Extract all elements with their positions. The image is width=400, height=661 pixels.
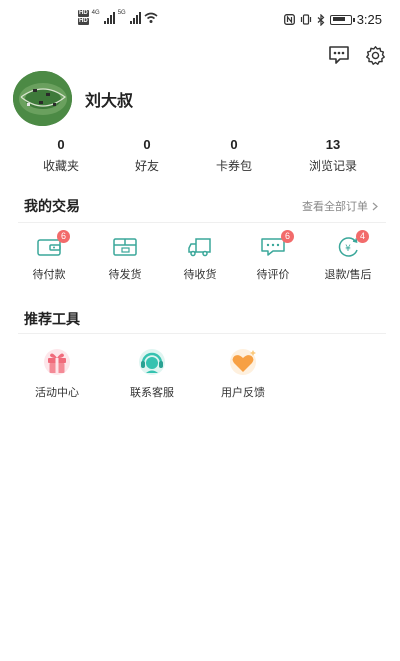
network-type: 4G	[91, 10, 100, 16]
profile-header: 刘大叔	[13, 71, 133, 126]
order-to-ship[interactable]: 待发货	[90, 236, 160, 282]
stat-label: 卡券包	[215, 159, 252, 173]
view-all-label: 查看全部订单	[302, 201, 368, 213]
stat-count: 0	[230, 137, 238, 152]
stats-row: 0 收藏夹 0 好友 0 卡券包 13 浏览记录	[0, 136, 400, 176]
tool-user-feedback[interactable]: 用户反馈	[203, 346, 283, 400]
stat-count: 0	[57, 137, 65, 152]
message-button[interactable]	[328, 44, 350, 66]
heart-feedback-icon	[230, 349, 256, 375]
order-label: 退款/售后	[324, 269, 372, 281]
signal-icon	[103, 11, 115, 24]
divider	[18, 333, 386, 334]
nfc-icon	[283, 14, 295, 25]
order-label: 待收货	[183, 269, 217, 281]
tool-label: 用户反馈	[221, 387, 265, 399]
transactions-header: 我的交易 查看全部订单	[24, 196, 378, 216]
order-label: 待评价	[256, 269, 290, 281]
message-icon	[329, 46, 349, 64]
avatar[interactable]	[13, 71, 72, 126]
tools-header: 推荐工具	[24, 309, 378, 329]
wifi-icon	[144, 12, 158, 23]
hd-badge: HD	[78, 18, 89, 25]
status-left: HD HD 4G 5G	[78, 10, 158, 25]
stat-label: 浏览记录	[308, 159, 357, 173]
stat-history[interactable]: 13 浏览记录	[293, 136, 373, 174]
count-badge: 6	[57, 230, 70, 243]
clock: 3:25	[356, 12, 382, 27]
hd-badge: HD	[78, 10, 89, 17]
stat-favorites[interactable]: 0 收藏夹	[21, 136, 101, 174]
tool-activity-center[interactable]: 活动中心	[17, 346, 97, 400]
status-bar: HD HD 4G 5G 3:25	[0, 0, 400, 42]
count-badge: 6	[281, 230, 294, 243]
network-type: 5G	[117, 10, 126, 16]
order-refund[interactable]: ¥ 4 退款/售后	[313, 230, 383, 282]
order-to-receive[interactable]: 待收货	[165, 236, 235, 282]
view-all-orders-link[interactable]: 查看全部订单	[302, 198, 378, 214]
package-icon	[113, 238, 137, 256]
tool-label: 联系客服	[130, 387, 174, 399]
chevron-right-icon	[372, 202, 378, 210]
order-status-row: 6 待付款 待发货 待收货 6 待评价 ¥ 4 退款/售后	[0, 230, 400, 286]
count-badge: 4	[356, 230, 369, 243]
battery-icon	[329, 14, 355, 25]
status-right: 3:25	[283, 12, 382, 27]
section-title: 推荐工具	[24, 311, 80, 327]
signal-icon	[129, 11, 141, 24]
divider	[18, 222, 386, 223]
order-label: 待付款	[32, 269, 66, 281]
gift-icon	[44, 349, 70, 375]
stat-friends[interactable]: 0 好友	[107, 136, 187, 174]
stat-label: 收藏夹	[42, 159, 79, 173]
tool-label: 活动中心	[35, 387, 79, 399]
section-title: 我的交易	[24, 198, 80, 214]
avatar-image	[13, 71, 72, 126]
customer-service-icon	[139, 349, 165, 375]
tool-customer-service[interactable]: 联系客服	[112, 346, 192, 400]
header-actions	[328, 44, 386, 66]
stat-count: 13	[325, 137, 341, 152]
truck-icon	[188, 238, 211, 257]
vibrate-icon	[300, 14, 311, 25]
settings-gear-icon	[365, 45, 385, 65]
order-label: 待发货	[108, 269, 142, 281]
settings-button[interactable]	[364, 44, 386, 66]
order-to-review[interactable]: 6 待评价	[238, 230, 308, 282]
order-pending-payment[interactable]: 6 待付款	[14, 230, 84, 282]
stat-label: 好友	[134, 159, 159, 173]
stat-coupons[interactable]: 0 卡券包	[194, 136, 274, 174]
bluetooth-icon	[317, 13, 325, 26]
svg-text:¥: ¥	[345, 244, 351, 254]
username: 刘大叔	[85, 92, 134, 110]
stat-count: 0	[143, 137, 151, 152]
